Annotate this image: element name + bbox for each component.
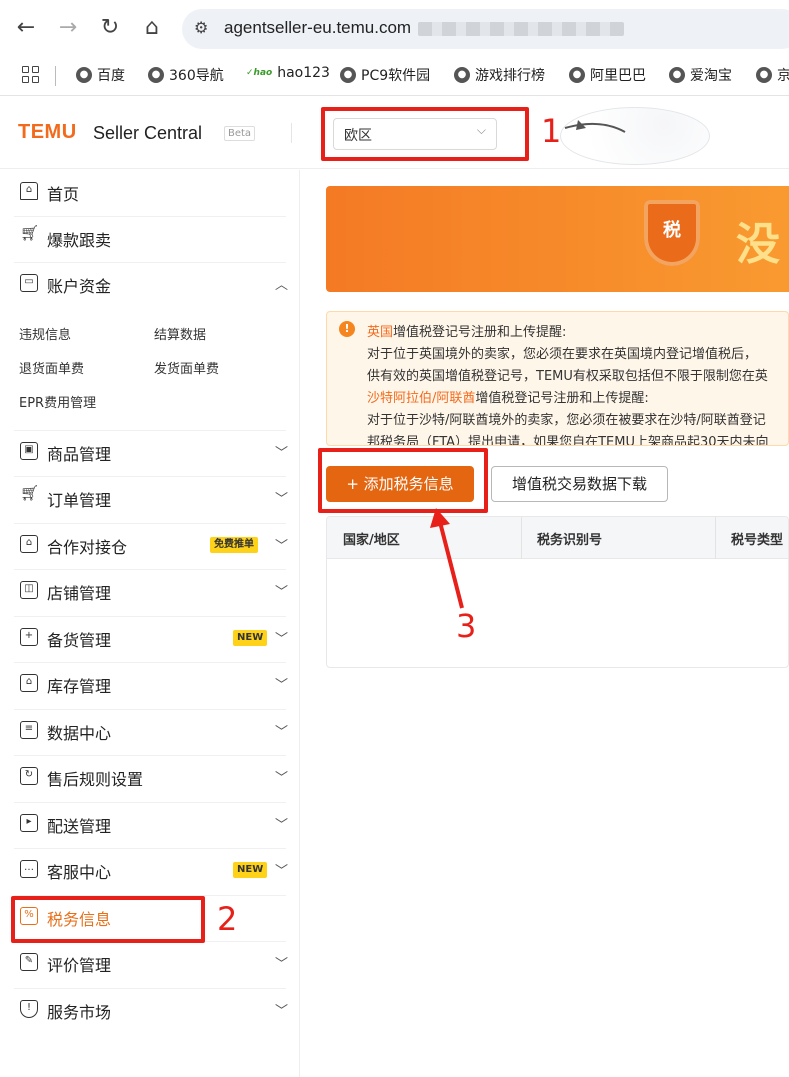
globe-arrow-decoration: [564, 120, 626, 133]
annotation-arrow: [430, 508, 464, 609]
annotation-arrows: [430, 120, 626, 609]
